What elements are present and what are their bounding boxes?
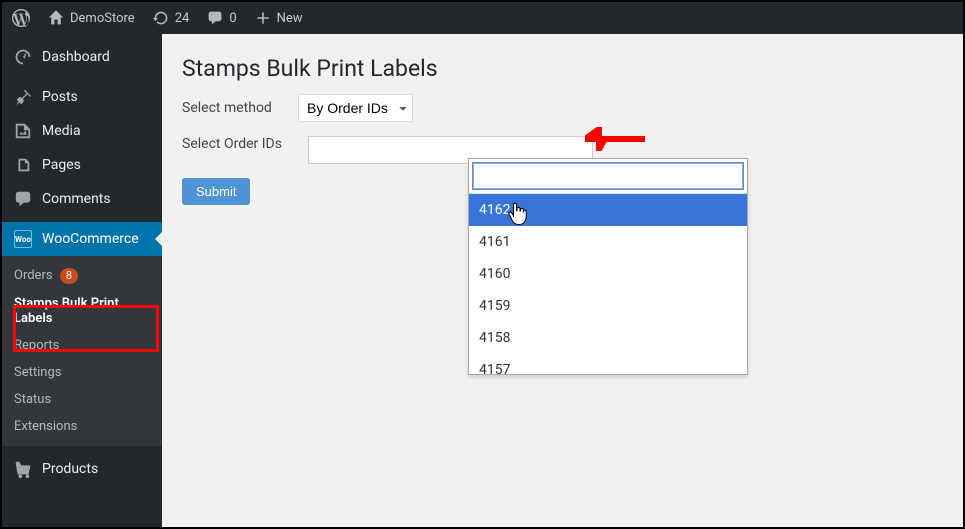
sidebar-item-media[interactable]: Media <box>2 114 162 148</box>
admin-toolbar: DemoStore 24 0 New <box>2 2 963 34</box>
comments-link[interactable]: 0 <box>207 10 236 26</box>
sidebar-item-orders[interactable]: Orders 8 <box>2 262 162 290</box>
sidebar-item-extensions[interactable]: Extensions <box>2 413 162 440</box>
comments-count: 0 <box>229 11 236 26</box>
admin-sidebar: Dashboard Posts Media Pages Comments Woo… <box>2 34 162 527</box>
new-content-link[interactable]: New <box>255 10 303 26</box>
orders-badge: 8 <box>60 268 78 284</box>
dashboard-icon <box>14 48 32 66</box>
pages-icon <box>14 156 32 174</box>
status-label: Status <box>14 392 51 407</box>
dropdown-option[interactable]: 4162 <box>469 194 747 226</box>
page-title: Stamps Bulk Print Labels <box>182 46 943 94</box>
submit-button[interactable]: Submit <box>182 178 250 205</box>
sidebar-item-comments[interactable]: Comments <box>2 182 162 216</box>
woocommerce-icon: Woo <box>14 230 32 248</box>
dropdown-option[interactable]: 4160 <box>469 258 747 290</box>
dropdown-option[interactable]: 4159 <box>469 290 747 322</box>
pages-label: Pages <box>42 157 81 173</box>
main-content: Stamps Bulk Print Labels Select method B… <box>162 34 963 527</box>
sidebar-submenu-woocommerce: Orders 8 Stamps Bulk Print Labels Report… <box>2 256 162 446</box>
sidebar-item-status[interactable]: Status <box>2 386 162 413</box>
select-order-ids-label: Select Order IDs <box>182 136 292 152</box>
media-label: Media <box>42 123 81 139</box>
woocommerce-label: WooCommerce <box>42 231 139 247</box>
select-method-dropdown[interactable]: By Order IDs <box>298 94 413 122</box>
sidebar-item-posts[interactable]: Posts <box>2 80 162 114</box>
sidebar-item-reports[interactable]: Reports <box>2 332 162 359</box>
site-name-link[interactable]: DemoStore <box>48 10 135 26</box>
order-ids-dropdown-panel: 4162 4161 4160 4159 4158 4157 <box>468 158 748 375</box>
new-label: New <box>277 11 303 26</box>
sidebar-item-dashboard[interactable]: Dashboard <box>2 40 162 74</box>
wordpress-logo[interactable] <box>12 9 30 27</box>
sidebar-item-products[interactable]: Products <box>2 452 162 486</box>
sidebar-item-woocommerce[interactable]: Woo WooCommerce <box>2 222 162 256</box>
refresh-icon <box>153 10 169 26</box>
wordpress-icon <box>12 9 30 27</box>
updates-count: 24 <box>175 11 190 26</box>
dropdown-option[interactable]: 4158 <box>469 322 747 354</box>
updates-link[interactable]: 24 <box>153 10 190 26</box>
comments-label: Comments <box>42 191 111 207</box>
sidebar-item-settings[interactable]: Settings <box>2 359 162 386</box>
plus-icon <box>255 10 271 26</box>
media-icon <box>14 122 32 140</box>
posts-label: Posts <box>42 89 78 105</box>
stamps-bulk-label: Stamps Bulk Print Labels <box>14 296 119 326</box>
dropdown-option[interactable]: 4157 <box>469 354 747 374</box>
dropdown-options-list[interactable]: 4162 4161 4160 4159 4158 4157 <box>469 194 747 374</box>
settings-label: Settings <box>14 365 61 380</box>
pin-icon <box>14 88 32 106</box>
sidebar-item-stamps-bulk[interactable]: Stamps Bulk Print Labels <box>2 290 162 332</box>
comments-icon <box>14 190 32 208</box>
extensions-label: Extensions <box>14 419 77 434</box>
products-label: Products <box>42 461 98 477</box>
comment-icon <box>207 10 223 26</box>
orders-label: Orders <box>14 268 53 283</box>
products-icon <box>14 460 32 478</box>
dropdown-search-wrap <box>469 159 747 194</box>
dashboard-label: Dashboard <box>42 49 110 65</box>
dropdown-search-input[interactable] <box>473 163 743 189</box>
select-method-label: Select method <box>182 100 282 116</box>
dropdown-option[interactable]: 4161 <box>469 226 747 258</box>
reports-label: Reports <box>14 338 59 353</box>
sidebar-item-pages[interactable]: Pages <box>2 148 162 182</box>
site-name-text: DemoStore <box>70 11 135 26</box>
home-icon <box>48 10 64 26</box>
